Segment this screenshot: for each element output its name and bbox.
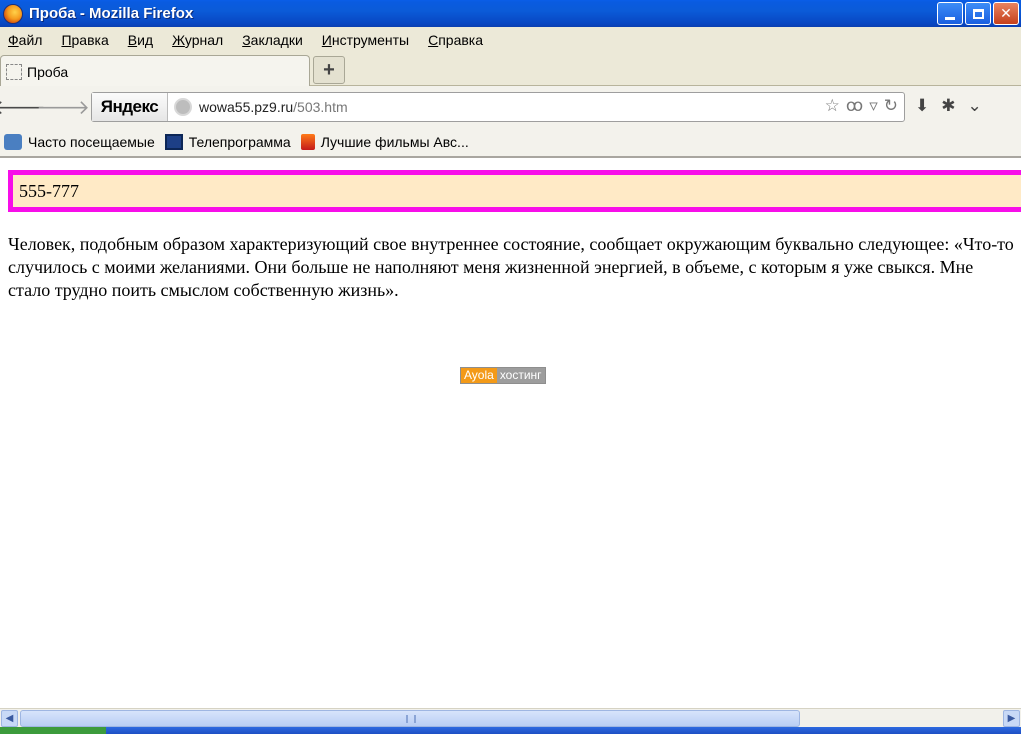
film-icon	[300, 134, 315, 150]
reload-icon[interactable]: ↻	[884, 96, 898, 116]
bookmarks-bar: Часто посещаемые Телепрограмма Лучшие фи…	[0, 128, 1021, 158]
badge-brand: Ayola	[461, 368, 497, 383]
reader-glasses-icon[interactable]: ꝏ	[846, 96, 863, 116]
menu-file[interactable]: Файл	[8, 32, 42, 48]
tab-label: Проба	[27, 63, 69, 80]
yandex-button[interactable]: Яндекс	[92, 93, 168, 121]
body-paragraph: Человек, подобным образом характеризующи…	[8, 234, 1014, 300]
horizontal-scrollbar[interactable]: ◀ ▶	[0, 708, 1021, 727]
bookmark-best-films[interactable]: Лучшие фильмы Авс...	[300, 134, 469, 150]
menu-bookmarks[interactable]: Закладки	[242, 32, 303, 48]
menu-tools[interactable]: Инструменты	[322, 32, 409, 48]
bookmark-star-icon[interactable]: ☆	[825, 96, 840, 116]
scroll-right-button[interactable]: ▶	[1003, 710, 1020, 727]
menu-help[interactable]: Справка	[428, 32, 483, 48]
plus-icon: +	[323, 58, 335, 81]
url-input[interactable]: wowa55.pz9.ru/503.htm	[199, 99, 348, 115]
yandex-logo: Яндекс	[100, 97, 159, 116]
url-path: /503.htm	[293, 99, 348, 115]
menu-chevron-icon[interactable]: ⌄	[968, 96, 982, 116]
new-tab-button[interactable]: +	[313, 56, 345, 84]
chevron-right-icon: ▶	[1007, 713, 1016, 724]
tab-strip: Проба +	[0, 53, 1021, 87]
url-actions: ☆ ꝏ ▿ ↻	[825, 96, 898, 116]
address-bar[interactable]: Яндекс wowa55.pz9.ru/503.htm ☆ ꝏ ▿ ↻	[91, 92, 905, 122]
maximize-button[interactable]	[965, 2, 991, 25]
scroll-left-button[interactable]: ◀	[1, 710, 18, 727]
addon-icon[interactable]: ✱	[941, 96, 955, 116]
toolbar-extras: ⬇ ✱ ⌄	[915, 96, 982, 116]
header-box: 555-777	[8, 170, 1021, 212]
window-controls: ✕	[937, 2, 1019, 25]
close-button[interactable]: ✕	[993, 2, 1019, 25]
start-button[interactable]	[0, 727, 106, 734]
close-icon: ✕	[1000, 5, 1012, 21]
menu-history[interactable]: Журнал	[172, 32, 223, 48]
forward-arrow-icon: 🡒	[36, 96, 90, 119]
site-identity-icon[interactable]	[174, 98, 192, 116]
bookmark-tv-program[interactable]: Телепрограмма	[164, 134, 291, 150]
menu-view[interactable]: Вид	[128, 32, 153, 48]
window-title: Проба - Mozilla Firefox	[29, 5, 194, 22]
blank-page-icon	[6, 63, 22, 80]
taskbar	[0, 727, 1021, 734]
chevron-left-icon: ◀	[5, 713, 14, 724]
menu-bar: Файл Правка Вид Журнал Закладки Инструме…	[0, 27, 1021, 53]
header-box-text: 555-777	[19, 180, 79, 201]
badge-label: хостинг	[496, 368, 545, 383]
firefox-logo-icon	[3, 3, 23, 24]
scroll-thumb[interactable]	[20, 710, 800, 727]
page-content: 555-777 Человек, подобным образом характ…	[0, 160, 1021, 708]
search-folder-icon	[4, 134, 22, 150]
tv-icon	[164, 134, 183, 150]
minimize-button[interactable]	[937, 2, 963, 25]
bookmark-most-visited[interactable]: Часто посещаемые	[4, 134, 155, 150]
menu-edit[interactable]: Правка	[61, 32, 108, 48]
back-button[interactable]: 🡐	[0, 94, 46, 120]
title-bar: Проба - Mozilla Firefox ✕	[0, 0, 1021, 27]
url-host: wowa55.pz9.ru	[199, 99, 294, 115]
download-icon[interactable]: ⬇	[915, 96, 929, 116]
maximize-icon	[972, 8, 984, 19]
minimize-icon	[945, 17, 955, 20]
dropdown-arrow-icon[interactable]: ▿	[869, 96, 878, 116]
forward-button[interactable]: 🡒	[36, 94, 90, 120]
tab-proba[interactable]: Проба	[0, 55, 310, 87]
ayola-hosting-badge[interactable]: Ayola хостинг	[460, 367, 546, 384]
grip-icon	[406, 715, 416, 723]
navigation-bar: 🡐 🡒 Яндекс wowa55.pz9.ru/503.htm ☆ ꝏ ▿ ↻…	[0, 86, 1021, 128]
